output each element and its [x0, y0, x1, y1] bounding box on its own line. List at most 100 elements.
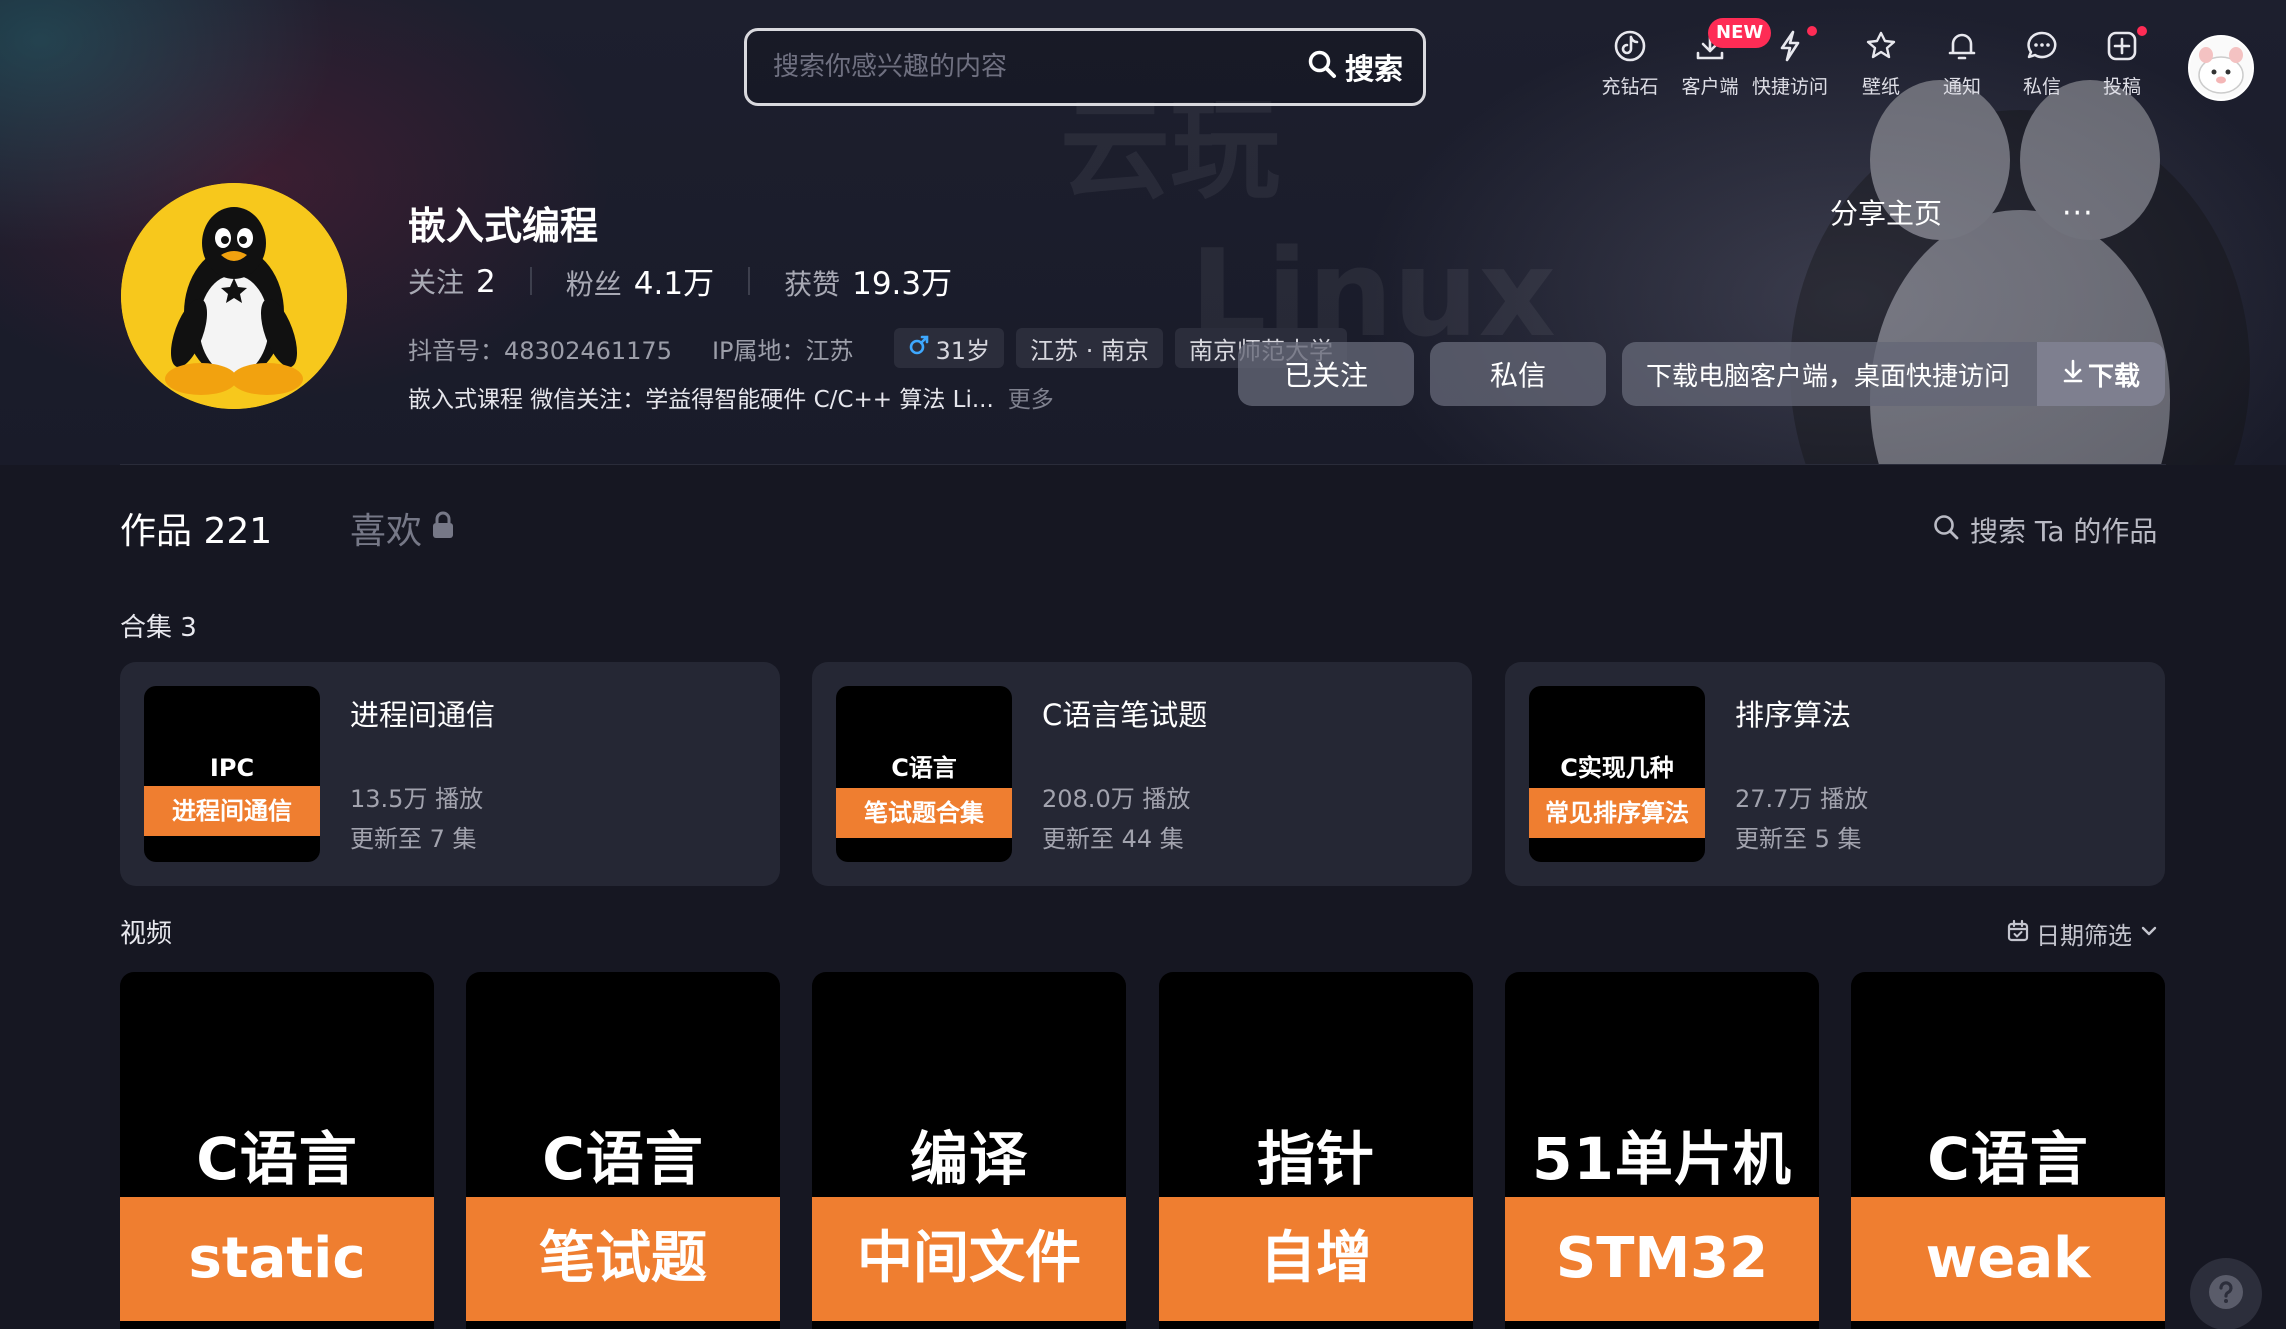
- nav-item-label: 壁纸: [1861, 76, 1900, 98]
- video-cover-subtitle: STM32: [1505, 1197, 1819, 1321]
- ip-location: IP属地：江苏: [711, 336, 854, 365]
- calendar-icon: [2006, 919, 2030, 949]
- likes-label: 获赞: [784, 268, 841, 301]
- video-card[interactable]: C语言 static: [120, 972, 434, 1329]
- nav-item-label: 通知: [1942, 76, 1981, 98]
- user-avatar[interactable]: [2188, 35, 2254, 101]
- following-count: 2: [476, 263, 496, 300]
- search-button-label: 搜索: [1344, 52, 1403, 86]
- share-profile-button[interactable]: 分享主页: [1830, 192, 1942, 232]
- search-icon: [1932, 513, 1960, 548]
- age-text: 31岁: [935, 336, 991, 365]
- douyin-id: 抖音号：48302461175: [408, 336, 672, 365]
- collection-cover: C实现几种 常见排序算法: [1529, 686, 1705, 862]
- likes-count: 19.3万: [852, 266, 953, 302]
- download-button[interactable]: 下载: [2037, 342, 2165, 406]
- videos-title: 视频: [120, 919, 173, 949]
- chat-icon: [2002, 28, 2082, 64]
- following-stat[interactable]: 关注 2: [408, 261, 496, 301]
- video-card[interactable]: 指针 自增: [1159, 972, 1473, 1329]
- video-card[interactable]: C语言 笔试题: [466, 972, 780, 1329]
- collection-plays: 27.7万 播放: [1735, 785, 1869, 813]
- nav-item-wallpaper[interactable]: 壁纸: [1841, 28, 1921, 99]
- collections-title: 合集 3: [120, 613, 197, 643]
- more-options-icon[interactable]: ···: [2062, 196, 2094, 231]
- upload-plus-icon: [2082, 28, 2162, 64]
- date-filter[interactable]: 日期筛选: [2006, 916, 2160, 951]
- cover-subtitle: 进程间通信: [144, 786, 320, 836]
- collection-updated: 更新至 7 集: [350, 825, 477, 853]
- collection-card[interactable]: IPC 进程间通信 进程间通信 13.5万 播放 更新至 7 集: [120, 662, 780, 886]
- video-cover-subtitle: 笔试题: [466, 1197, 780, 1321]
- search-input[interactable]: [747, 31, 1307, 103]
- location-tag: 江苏 · 南京: [1016, 328, 1163, 368]
- collection-plays: 208.0万 播放: [1042, 785, 1191, 813]
- bio-text: 嵌入式课程 微信关注：学益得智能硬件 C/C++ 算法 Li...: [408, 387, 994, 413]
- collection-card[interactable]: C语言 笔试题合集 C语言笔试题 208.0万 播放 更新至 44 集: [812, 662, 1472, 886]
- help-button[interactable]: [2190, 1258, 2262, 1329]
- nav-item-label: 客户端: [1681, 76, 1739, 98]
- collection-card[interactable]: C实现几种 常见排序算法 排序算法 27.7万 播放 更新至 5 集: [1505, 662, 2165, 886]
- fans-stat[interactable]: 粉丝 4.1万: [566, 258, 714, 303]
- collection-title: C语言笔试题: [1042, 698, 1208, 732]
- fans-label: 粉丝: [565, 268, 622, 301]
- date-filter-label: 日期筛选: [2036, 922, 2132, 950]
- stat-divider: [748, 266, 751, 295]
- collection-plays: 13.5万 播放: [350, 785, 484, 813]
- lock-icon: [430, 508, 456, 549]
- video-cover-subtitle: static: [120, 1197, 434, 1321]
- video-cover-subtitle: 自增: [1159, 1197, 1473, 1321]
- message-button[interactable]: 私信: [1430, 342, 1606, 406]
- tab-likes-label: 喜欢: [350, 511, 423, 552]
- profile-avatar[interactable]: [121, 183, 347, 409]
- cover-title: C语言: [891, 754, 957, 782]
- nav-item-notifications[interactable]: 通知: [1922, 28, 2002, 99]
- download-button-label: 下载: [2087, 361, 2140, 392]
- tab-works[interactable]: 作品 221: [120, 502, 272, 554]
- download-client-banner: 下载电脑客户端，桌面快捷访问 下载: [1622, 342, 2165, 406]
- following-label: 关注: [408, 265, 465, 299]
- followed-button[interactable]: 已关注: [1238, 342, 1414, 406]
- video-cover-subtitle: weak: [1851, 1197, 2165, 1321]
- nav-item-label: 投稿: [2102, 76, 2141, 98]
- notification-dot: [2137, 26, 2147, 36]
- collection-cover: C语言 笔试题合集: [836, 686, 1012, 862]
- profile-meta: 抖音号：48302461175 IP属地：江苏 31岁 江苏 · 南京 南京师范…: [408, 328, 1359, 368]
- search-button[interactable]: 搜索: [1307, 46, 1423, 88]
- nav-item-label: 充钻石: [1601, 76, 1659, 98]
- collection-updated: 更新至 5 集: [1735, 825, 1862, 853]
- collection-title: 排序算法: [1735, 698, 1852, 732]
- stat-divider: [529, 266, 532, 295]
- tab-likes[interactable]: 喜欢: [350, 502, 456, 554]
- question-mark-icon: [2207, 1273, 2245, 1315]
- video-cover-subtitle: 中间文件: [812, 1197, 1126, 1321]
- profile-name: 嵌入式编程: [408, 204, 599, 248]
- chevron-down-icon: [2138, 920, 2160, 948]
- search-works-label: 搜索 Ta 的作品: [1970, 515, 2158, 548]
- video-card[interactable]: 51单片机 STM32: [1505, 972, 1819, 1329]
- header-divider: [120, 464, 2166, 465]
- video-cover-title: 51单片机: [1532, 1125, 1792, 1193]
- nav-item-recharge[interactable]: 充钻石: [1590, 28, 1670, 99]
- collection-updated: 更新至 44 集: [1042, 825, 1184, 853]
- search-icon: [1307, 49, 1337, 86]
- new-badge: NEW: [1708, 18, 1772, 48]
- fans-count: 4.1万: [633, 266, 715, 302]
- video-card[interactable]: 编译 中间文件: [812, 972, 1126, 1329]
- wallpaper-icon: [1841, 28, 1921, 64]
- video-card[interactable]: C语言 weak: [1851, 972, 2165, 1329]
- nav-item-upload[interactable]: 投稿: [2082, 28, 2162, 99]
- collection-cover: IPC 进程间通信: [144, 686, 320, 862]
- cover-subtitle: 常见排序算法: [1529, 788, 1705, 838]
- profile-bio: 嵌入式课程 微信关注：学益得智能硬件 C/C++ 算法 Li... 更多: [408, 380, 1054, 414]
- video-cover-title: 指针: [1256, 1125, 1375, 1193]
- search-works[interactable]: 搜索 Ta 的作品: [1932, 510, 2157, 550]
- nav-item-label: 快捷访问: [1751, 76, 1828, 98]
- cover-title: C实现几种: [1560, 754, 1674, 782]
- bio-more-link[interactable]: 更多: [1008, 387, 1054, 413]
- profile-stats: 关注 2 粉丝 4.1万 获赞 19.3万: [408, 258, 952, 303]
- nav-item-messages[interactable]: 私信: [2002, 28, 2082, 99]
- nav-item-label: 私信: [2022, 76, 2061, 98]
- search-box: 搜索: [744, 28, 1426, 106]
- video-cover-title: C语言: [1927, 1125, 2089, 1193]
